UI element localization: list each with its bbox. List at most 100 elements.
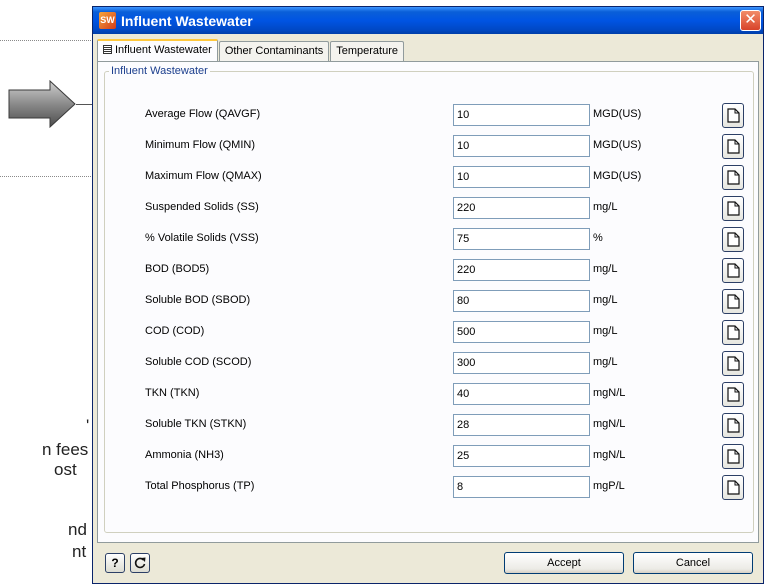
parameter-label: Suspended Solids (SS) bbox=[145, 201, 259, 213]
parameter-value-input[interactable] bbox=[453, 290, 590, 312]
note-page-icon bbox=[727, 232, 740, 247]
parameter-note-button[interactable] bbox=[722, 475, 744, 500]
group-box-title: Influent Wastewater bbox=[109, 65, 210, 77]
note-page-icon bbox=[727, 480, 740, 495]
parameter-unit: mgN/L bbox=[593, 418, 626, 430]
parameter-row-tkn: TKN (TKN) mgN/L bbox=[105, 382, 755, 407]
parameter-unit: MGD(US) bbox=[593, 139, 642, 151]
parameter-value-input[interactable] bbox=[453, 228, 590, 250]
parameter-row-scod: Soluble COD (SCOD) mg/L bbox=[105, 351, 755, 376]
influent-group-box: Influent Wastewater Average Flow (QAVGF)… bbox=[104, 65, 755, 533]
help-button[interactable]: ? bbox=[105, 553, 125, 573]
parameter-unit: MGD(US) bbox=[593, 108, 642, 120]
note-page-icon bbox=[727, 108, 740, 123]
parameter-note-button[interactable] bbox=[722, 227, 744, 252]
background-divider-bottom bbox=[0, 176, 95, 177]
parameter-row-qavgf: Average Flow (QAVGF) MGD(US) bbox=[105, 103, 755, 128]
parameter-note-button[interactable] bbox=[722, 351, 744, 376]
note-page-icon bbox=[727, 449, 740, 464]
background-text-line: nt bbox=[72, 542, 87, 561]
note-page-icon bbox=[727, 139, 740, 154]
list-icon bbox=[103, 45, 112, 54]
parameter-note-button[interactable] bbox=[722, 196, 744, 221]
parameter-value-input[interactable] bbox=[453, 321, 590, 343]
accept-button[interactable]: Accept bbox=[504, 552, 624, 574]
parameter-note-button[interactable] bbox=[722, 103, 744, 128]
background-text-line: nd bbox=[68, 520, 87, 539]
parameter-value-input[interactable] bbox=[453, 383, 590, 405]
dialog-button-bar: ? Accept Cancel bbox=[93, 543, 763, 583]
cancel-button[interactable]: Cancel bbox=[633, 552, 753, 574]
note-page-icon bbox=[727, 201, 740, 216]
parameter-unit: mgN/L bbox=[593, 387, 626, 399]
influent-wastewater-dialog: SW Influent Wastewater ✕ Influent Wastew… bbox=[92, 6, 764, 584]
parameter-unit: % bbox=[593, 232, 603, 244]
parameter-note-button[interactable] bbox=[722, 258, 744, 283]
background-arrow-shape bbox=[8, 80, 76, 128]
question-mark-icon: ? bbox=[111, 556, 119, 570]
note-page-icon bbox=[727, 356, 740, 371]
parameter-note-button[interactable] bbox=[722, 382, 744, 407]
parameter-row-vss: % Volatile Solids (VSS) % bbox=[105, 227, 755, 252]
parameter-row-qmax: Maximum Flow (QMAX) MGD(US) bbox=[105, 165, 755, 190]
parameter-unit: mg/L bbox=[593, 263, 618, 275]
parameter-value-input[interactable] bbox=[453, 476, 590, 498]
parameter-label: Soluble BOD (SBOD) bbox=[145, 294, 251, 306]
tab-influent-wastewater[interactable]: Influent Wastewater bbox=[97, 39, 218, 61]
app-logo-icon: SW bbox=[99, 12, 116, 29]
close-icon: ✕ bbox=[744, 11, 757, 28]
parameter-note-button[interactable] bbox=[722, 165, 744, 190]
parameter-unit: mg/L bbox=[593, 294, 618, 306]
parameter-label: Average Flow (QAVGF) bbox=[145, 108, 261, 120]
parameter-value-input[interactable] bbox=[453, 135, 590, 157]
parameter-unit: mg/L bbox=[593, 325, 618, 337]
parameter-value-input[interactable] bbox=[453, 197, 590, 219]
refresh-button[interactable] bbox=[130, 553, 150, 573]
parameter-note-button[interactable] bbox=[722, 289, 744, 314]
parameter-note-button[interactable] bbox=[722, 444, 744, 469]
parameter-note-button[interactable] bbox=[722, 320, 744, 345]
parameter-unit: mg/L bbox=[593, 356, 618, 368]
note-page-icon bbox=[727, 418, 740, 433]
tab-temperature[interactable]: Temperature bbox=[330, 41, 405, 61]
parameter-label: % Volatile Solids (VSS) bbox=[145, 232, 259, 244]
parameter-row-qmin: Minimum Flow (QMIN) MGD(US) bbox=[105, 134, 755, 159]
parameter-label: Total Phosphorus (TP) bbox=[145, 480, 255, 492]
parameter-note-button[interactable] bbox=[722, 413, 744, 438]
parameter-value-input[interactable] bbox=[453, 445, 590, 467]
background-divider-top bbox=[0, 40, 95, 41]
tab-other-contaminants[interactable]: Other Contaminants bbox=[218, 41, 330, 61]
note-page-icon bbox=[727, 387, 740, 402]
parameter-label: Soluble COD (SCOD) bbox=[145, 356, 252, 368]
background-text-line: ' bbox=[86, 416, 90, 435]
parameter-note-button[interactable] bbox=[722, 134, 744, 159]
tab-label: Other Contaminants bbox=[224, 45, 324, 57]
parameter-value-input[interactable] bbox=[453, 259, 590, 281]
parameter-value-input[interactable] bbox=[453, 352, 590, 374]
parameter-unit: mg/L bbox=[593, 201, 618, 213]
parameter-label: TKN (TKN) bbox=[145, 387, 200, 399]
dialog-title: Influent Wastewater bbox=[121, 12, 253, 29]
parameter-label: Soluble TKN (STKN) bbox=[145, 418, 247, 430]
parameter-row-stkn: Soluble TKN (STKN) mgN/L bbox=[105, 413, 755, 438]
note-page-icon bbox=[727, 170, 740, 185]
tab-label: Influent Wastewater bbox=[115, 44, 212, 56]
parameter-row-nh3: Ammonia (NH3) mgN/L bbox=[105, 444, 755, 469]
note-page-icon bbox=[727, 294, 740, 309]
parameter-value-input[interactable] bbox=[453, 104, 590, 126]
parameter-label: Minimum Flow (QMIN) bbox=[145, 139, 255, 151]
parameter-label: BOD (BOD5) bbox=[145, 263, 210, 275]
tab-strip: Influent Wastewater Other Contaminants T… bbox=[97, 39, 405, 61]
parameter-row-bod5: BOD (BOD5) mg/L bbox=[105, 258, 755, 283]
background-text-line: ost bbox=[54, 460, 77, 479]
parameter-row-ss: Suspended Solids (SS) mg/L bbox=[105, 196, 755, 221]
tab-label: Temperature bbox=[336, 45, 399, 57]
parameter-unit: MGD(US) bbox=[593, 170, 642, 182]
parameter-unit: mgP/L bbox=[593, 480, 625, 492]
close-button[interactable]: ✕ bbox=[740, 10, 761, 31]
dialog-title-bar[interactable]: SW Influent Wastewater ✕ bbox=[93, 7, 763, 34]
parameter-value-input[interactable] bbox=[453, 166, 590, 188]
note-page-icon bbox=[727, 325, 740, 340]
parameter-value-input[interactable] bbox=[453, 414, 590, 436]
parameter-row-tp: Total Phosphorus (TP) mgP/L bbox=[105, 475, 755, 500]
